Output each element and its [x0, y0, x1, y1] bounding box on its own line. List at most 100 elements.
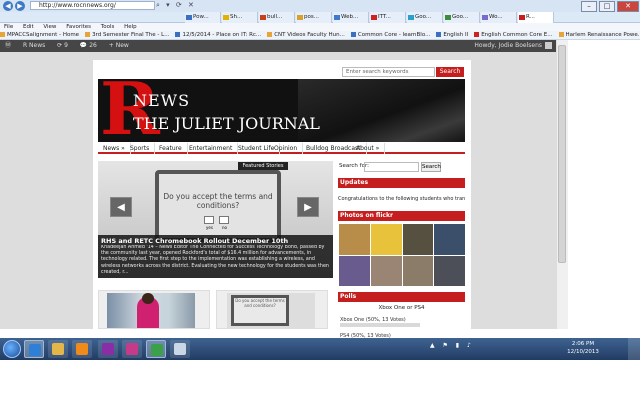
banner-decoration	[298, 79, 465, 142]
browser-tab[interactable]: Goo...	[444, 12, 480, 23]
thumbnail-laptop: Do you accept the terms and conditions?	[231, 295, 289, 326]
nav-sports[interactable]: Sports	[125, 143, 156, 154]
back-button[interactable]: ◀	[3, 1, 13, 11]
wp-logo-icon[interactable]: Ⓦ	[5, 42, 11, 49]
show-desktop-button[interactable]	[628, 338, 640, 360]
favorite-label: 12/5/2014 - Place on IT: Rc...	[182, 32, 262, 38]
slide-caption[interactable]: RHS and RETC Chromebook Rollout December…	[98, 235, 333, 278]
flickr-photo[interactable]	[339, 224, 370, 255]
browser-tab[interactable]: Web...	[333, 12, 369, 23]
browser-tab[interactable]: bull...	[259, 12, 295, 23]
nav-entertainment[interactable]: Entertainment	[184, 143, 239, 154]
flickr-photo[interactable]	[402, 255, 434, 286]
updates-heading: Updates	[338, 178, 465, 188]
slider-prev-button[interactable]: ◀	[110, 197, 132, 217]
address-bar-actions[interactable]: ⌕ ▾ ⟳ ✕	[156, 1, 196, 10]
menu-file[interactable]: File	[4, 24, 13, 30]
misc-icon	[174, 343, 186, 355]
browser-tab[interactable]: Sh...	[222, 12, 258, 23]
system-tray-icons[interactable]: ▲ ⚑ ▮ ♪	[430, 342, 474, 349]
favorite-link[interactable]: CNT Videos Faculty Hun...	[267, 31, 345, 39]
taskbar-app-paint[interactable]	[122, 340, 142, 358]
adminbar-new[interactable]: + New	[109, 42, 129, 49]
browser-tab[interactable]: ITT...	[370, 12, 406, 23]
poll-result-bar	[340, 323, 420, 327]
avatar	[545, 42, 552, 49]
taskbar-app-misc[interactable]	[170, 340, 190, 358]
ie-icon	[29, 344, 41, 356]
site-search-input[interactable]: Enter search keywords	[342, 67, 435, 77]
article-thumbnail[interactable]: Do you accept the terms and conditions?	[216, 290, 328, 329]
taskbar-app-chrome[interactable]	[146, 340, 166, 358]
browser-tab[interactable]: pos...	[296, 12, 332, 23]
menu-help[interactable]: Help	[124, 24, 137, 30]
adminbar-comments[interactable]: 💬 26	[80, 42, 97, 49]
favorite-link[interactable]: Common Core - learnBlo...	[350, 31, 430, 39]
taskbar-app-ie[interactable]	[24, 340, 44, 358]
maximize-button[interactable]: □	[599, 0, 615, 12]
menu-tools[interactable]: Tools	[101, 24, 115, 30]
menu-edit[interactable]: Edit	[23, 24, 34, 30]
browser-tab[interactable]: R...	[518, 12, 554, 23]
banner-subtitle: THE JULIET JOURNAL	[133, 114, 320, 133]
minimize-button[interactable]: –	[581, 0, 597, 12]
browser-tab[interactable]: Wo...	[481, 12, 517, 23]
taskbar-clock[interactable]: 2:06 PM 12/10/2013	[558, 340, 608, 356]
slide-caption-body: Khadeejah Ahmed '14 – News Editor The Co…	[101, 245, 329, 275]
main-nav: News » Sports Feature Entertainment Stud…	[98, 143, 465, 154]
sidebar-search-input[interactable]	[364, 162, 419, 172]
browser-tab[interactable]: Goo...	[407, 12, 443, 23]
slide-caption-title[interactable]: RHS and RETC Chromebook Rollout December…	[101, 237, 330, 245]
flickr-photo[interactable]	[339, 255, 370, 286]
site-banner[interactable]: R NEWS THE JULIET JOURNAL	[98, 79, 465, 142]
menu-favorites[interactable]: Favorites	[66, 24, 91, 30]
slide-image-no-box: no	[219, 216, 229, 230]
taskbar-app-onenote[interactable]	[98, 340, 118, 358]
nav-feature[interactable]: Feature	[154, 143, 188, 154]
flickr-photo[interactable]	[370, 255, 402, 286]
updates-text[interactable]: Congratulations to the following student…	[338, 190, 465, 208]
onenote-icon	[102, 343, 114, 355]
close-button[interactable]: ✕	[617, 0, 639, 12]
media-icon	[76, 343, 88, 355]
thumbnail-person-head	[142, 293, 154, 304]
adminbar-site[interactable]: R News	[23, 42, 45, 49]
flickr-photo[interactable]	[434, 255, 465, 286]
favorite-link[interactable]: English Common Core E...	[474, 31, 553, 39]
favorite-label: 3rd Semester Final The - L...	[92, 32, 170, 38]
flickr-photo[interactable]	[370, 224, 402, 255]
favorite-link[interactable]: English II	[436, 31, 468, 39]
flickr-photo[interactable]	[434, 224, 465, 255]
poll-question: Xbox One or PS4	[378, 305, 425, 311]
favorite-label: Harlem Renaissance Powe...	[565, 32, 640, 38]
taskbar-app-explorer[interactable]	[48, 340, 68, 358]
adminbar-updates[interactable]: ⟳ 9	[57, 42, 68, 49]
favorite-icon	[85, 32, 91, 37]
clock-date: 12/10/2013	[567, 349, 599, 355]
taskbar-app-media[interactable]	[72, 340, 92, 358]
adminbar-account[interactable]: Howdy, Jodie Boelsens	[470, 40, 556, 52]
nav-about[interactable]: About »	[351, 143, 386, 154]
flickr-photo[interactable]	[402, 224, 434, 255]
forward-button[interactable]: ▶	[15, 1, 25, 11]
site-search-button[interactable]: Search	[436, 67, 464, 77]
favorite-link[interactable]: MPACCSalignment - Home	[0, 31, 79, 39]
start-button[interactable]	[3, 340, 21, 358]
favorite-link[interactable]: 12/5/2014 - Place on IT: Rc...	[175, 31, 262, 39]
favorite-label: CNT Videos Faculty Hun...	[274, 32, 345, 38]
slider-next-button[interactable]: ▶	[297, 197, 319, 217]
favorite-icon	[267, 32, 273, 37]
menu-view[interactable]: View	[43, 24, 56, 30]
favorite-icon	[0, 32, 5, 37]
favorite-link[interactable]: Harlem Renaissance Powe...	[558, 31, 640, 39]
scrollbar-thumb[interactable]	[558, 45, 566, 263]
clock-time: 2:06 PM	[571, 341, 595, 347]
slide-image-text: Do you accept the terms and conditions?	[163, 192, 273, 210]
article-thumbnail[interactable]	[98, 290, 210, 329]
photos-heading: Photos on flickr	[338, 211, 465, 221]
favorite-link[interactable]: 3rd Semester Final The - L...	[85, 31, 170, 39]
address-bar[interactable]: http://www.rocnnews.org/	[30, 1, 155, 10]
sidebar-search-button[interactable]: Search	[421, 162, 441, 172]
nav-opinion[interactable]: Opinion	[269, 143, 304, 154]
browser-tab[interactable]: Pow...	[185, 12, 221, 23]
